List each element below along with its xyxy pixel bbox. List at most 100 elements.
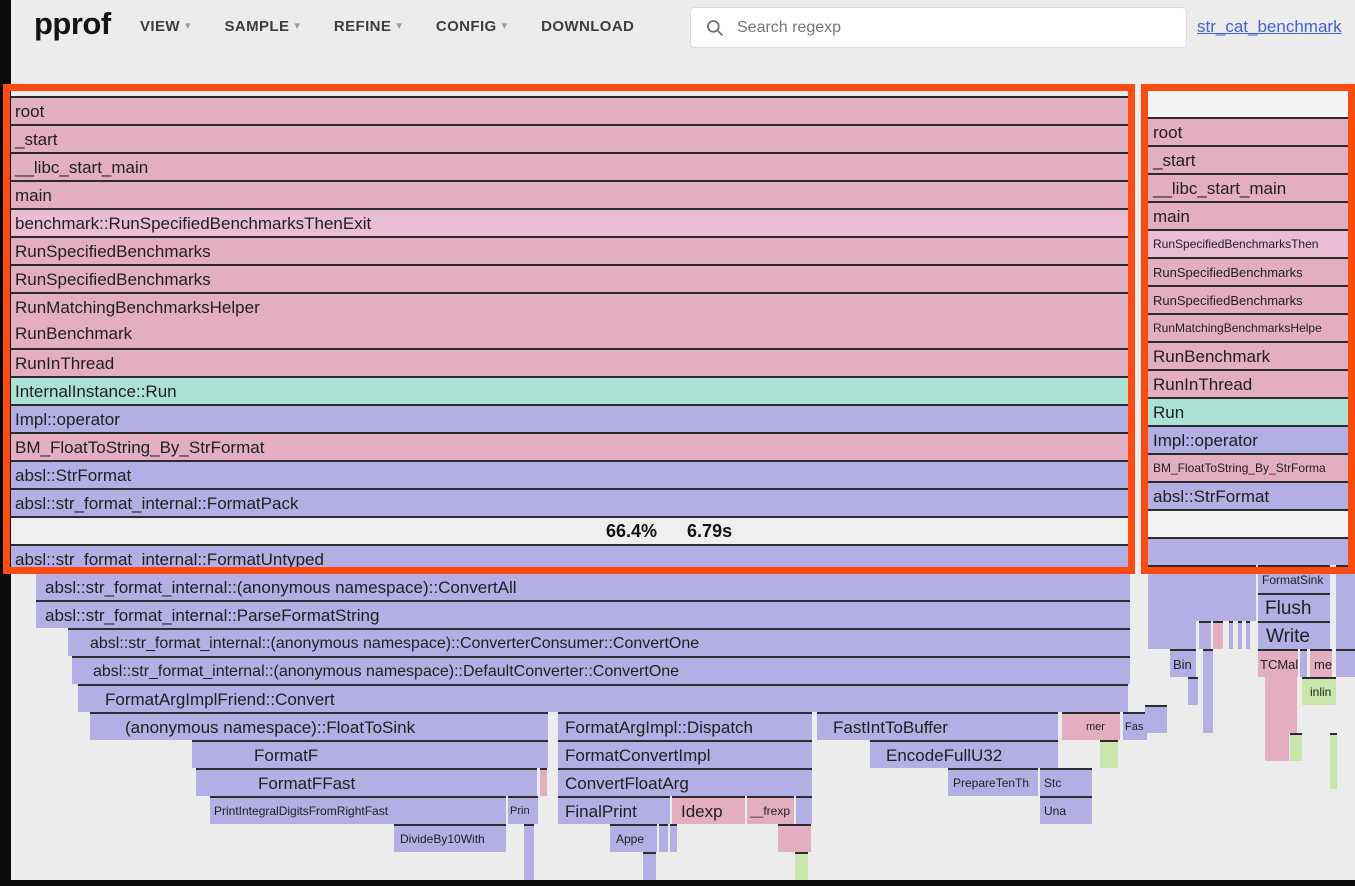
flame-frame[interactable] [1203, 649, 1213, 677]
flame-frame[interactable]: EncodeFullU32 [870, 740, 1058, 768]
flame-frame[interactable]: benchmark::RunSpecifiedBenchmarksThenExi… [10, 208, 1130, 236]
flame-frame[interactable] [1148, 593, 1256, 621]
flame-frame[interactable]: FormatConvertImpl [558, 740, 812, 768]
flame-frame[interactable] [1148, 509, 1355, 537]
flame-frame[interactable]: absl::str_format_internal::(anonymous na… [68, 628, 1130, 656]
flame-frame[interactable] [1148, 537, 1355, 565]
flame-frame[interactable] [524, 824, 534, 852]
flame-frame[interactable] [1246, 621, 1250, 649]
flame-frame[interactable]: absl::StrFormat [1148, 481, 1355, 509]
flame-frame[interactable]: Flush [1258, 593, 1330, 621]
flame-frame[interactable] [1336, 565, 1355, 593]
flame-frame[interactable] [540, 768, 547, 796]
flame-frame[interactable]: FormatF [192, 740, 548, 768]
flame-frame[interactable]: RunBenchmark [10, 320, 1130, 348]
flame-frame[interactable] [1213, 621, 1223, 649]
flame-frame[interactable]: _start [10, 124, 1130, 152]
flame-frame[interactable] [1203, 677, 1213, 705]
flame-frame[interactable] [1229, 621, 1233, 649]
flame-frame[interactable] [1199, 621, 1211, 649]
flame-frame[interactable]: PrintIntegralDigitsFromRightFast [210, 796, 506, 824]
flame-frame[interactable] [524, 852, 534, 880]
flame-frame[interactable] [1300, 649, 1307, 677]
flame-frame[interactable]: 66.4% 6.79s [10, 516, 1130, 544]
flame-frame[interactable] [795, 852, 808, 880]
flame-frame[interactable] [643, 852, 656, 880]
flame-frame[interactable]: Stc [1040, 768, 1092, 796]
flame-frame[interactable]: RunMatchingBenchmarksHelpe [1148, 313, 1355, 341]
flame-frame[interactable]: absl::str_format_internal::(anonymous na… [72, 656, 1130, 684]
flame-frame[interactable]: BM_FloatToString_By_StrFormat [10, 432, 1130, 460]
flame-frame[interactable]: inlin [1302, 677, 1336, 705]
flame-frame[interactable]: absl::str_format_internal::(anonymous na… [36, 572, 1130, 600]
flame-frame[interactable]: Una [1040, 796, 1092, 824]
flame-frame[interactable] [796, 796, 812, 824]
flame-frame[interactable]: Write [1258, 621, 1330, 649]
flame-frame[interactable] [1145, 705, 1167, 733]
flame-frame[interactable]: root [1148, 117, 1355, 145]
flame-frame[interactable]: Fas [1123, 712, 1147, 740]
flame-frame[interactable]: _start [1148, 145, 1355, 173]
flame-frame[interactable]: Bin [1170, 649, 1196, 677]
flame-frame[interactable]: RunSpecifiedBenchmarks [1148, 285, 1355, 313]
flame-frame[interactable]: root [10, 96, 1130, 124]
flame-frame[interactable] [670, 824, 677, 852]
flame-frame[interactable]: PrepareTenTh [948, 768, 1038, 796]
flame-frame[interactable] [1265, 705, 1297, 733]
flame-frame[interactable] [1330, 761, 1337, 789]
flame-frame[interactable] [1336, 621, 1355, 649]
flame-frame[interactable] [778, 824, 811, 852]
flame-frame[interactable]: RunSpecifiedBenchmarks [10, 236, 1130, 264]
flame-frame[interactable]: RunSpecifiedBenchmarks [10, 264, 1130, 292]
flame-frame[interactable] [1238, 621, 1242, 649]
flame-frame[interactable]: absl::str_format_internal::FormatPack [10, 488, 1130, 516]
flame-frame[interactable] [1290, 733, 1302, 761]
flame-frame[interactable]: me [1310, 649, 1332, 677]
flame-frame[interactable]: RunInThread [10, 348, 1130, 376]
flame-frame[interactable]: RunSpecifiedBenchmarks [1148, 257, 1355, 285]
flame-frame[interactable]: BM_FloatToString_By_StrForma [1148, 453, 1355, 481]
flame-frame[interactable]: FormatSink [1258, 565, 1330, 593]
flame-frame[interactable]: Idexp [672, 796, 745, 824]
flame-frame[interactable]: ConvertFloatArg [558, 768, 812, 796]
flame-frame[interactable]: FastIntToBuffer [817, 712, 1058, 740]
flame-frame[interactable] [1330, 733, 1337, 761]
flame-frame[interactable]: absl::StrFormat [10, 460, 1130, 488]
flame-frame[interactable]: RunInThread [1148, 369, 1355, 397]
flame-frame[interactable] [1148, 621, 1196, 649]
flame-frame[interactable]: TCMall [1258, 649, 1298, 677]
flame-frame[interactable] [1100, 740, 1118, 768]
flame-frame[interactable] [659, 824, 668, 852]
flame-frame[interactable]: FinalPrint [558, 796, 670, 824]
flame-frame[interactable]: Prin [508, 796, 538, 824]
flame-frame[interactable] [1265, 733, 1289, 761]
flame-frame[interactable] [1188, 677, 1198, 705]
flame-frame[interactable]: InternalInstance::Run [10, 376, 1130, 404]
flame-frame[interactable] [1203, 705, 1213, 733]
flame-frame[interactable] [1265, 677, 1297, 705]
flame-frame[interactable]: DivideBy10With [394, 824, 506, 852]
flame-frame[interactable]: Appe [610, 824, 657, 852]
frame-label: RunSpecifiedBenchmarks [10, 266, 1130, 292]
flame-frame[interactable]: RunSpecifiedBenchmarksThen [1148, 229, 1355, 257]
flame-frame[interactable]: __frexp [747, 796, 794, 824]
flame-frame[interactable]: absl::str_format_internal::ParseFormatSt… [36, 600, 1130, 628]
flame-frame[interactable]: FormatFFast [196, 768, 537, 796]
flame-frame[interactable]: FormatArgImplFriend::Convert [78, 684, 1128, 712]
flame-frame[interactable]: Impl::operator [10, 404, 1130, 432]
flame-frame[interactable] [1148, 565, 1256, 593]
flame-frame[interactable]: Run [1148, 397, 1355, 425]
flame-frame[interactable]: absl::str_format_internal::FormatUntyped [10, 544, 1130, 572]
flame-frame[interactable]: RunBenchmark [1148, 341, 1355, 369]
flame-frame[interactable]: RunMatchingBenchmarksHelper [10, 292, 1130, 320]
flame-frame[interactable]: FormatArgImpl::Dispatch [558, 712, 812, 740]
flame-frame[interactable]: main [1148, 201, 1355, 229]
flame-frame[interactable]: mer [1062, 712, 1120, 740]
flame-frame[interactable] [1336, 593, 1355, 621]
flame-frame[interactable]: __libc_start_main [10, 152, 1130, 180]
flame-frame[interactable]: __libc_start_main [1148, 173, 1355, 201]
flame-frame[interactable]: main [10, 180, 1130, 208]
flame-frame[interactable]: (anonymous namespace)::FloatToSink [90, 712, 548, 740]
flame-frame[interactable]: Impl::operator [1148, 425, 1355, 453]
flame-frame[interactable] [1336, 649, 1355, 677]
